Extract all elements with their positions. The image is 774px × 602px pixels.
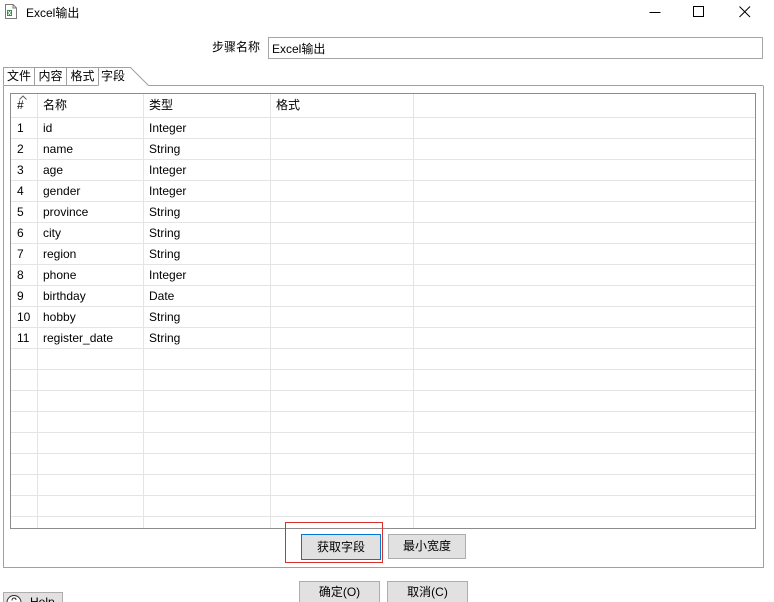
row-number-cell: 10 [17, 310, 31, 324]
field-format-cell[interactable] [276, 139, 411, 159]
row-number-cell: 3 [17, 163, 24, 177]
table-header: # 名称 类型 格式 [11, 94, 755, 118]
tab-file[interactable]: 文件 [4, 67, 34, 85]
minimize-button[interactable] [633, 0, 677, 29]
close-icon [739, 6, 751, 18]
table-body: 1 id Integer 2 name String 3 age Integer 4 gender I… [11, 118, 755, 528]
field-type-cell[interactable]: Date [149, 286, 267, 306]
field-name-cell[interactable]: register_date [43, 328, 141, 348]
row-number-cell: 5 [17, 205, 24, 219]
table-row[interactable]: 9 birthday Date [11, 286, 755, 307]
cancel-button[interactable]: 取消(C) [387, 581, 468, 602]
field-name-cell[interactable]: province [43, 202, 141, 222]
field-type-cell[interactable]: Integer [149, 160, 267, 180]
field-format-cell[interactable] [276, 181, 411, 201]
field-format-cell[interactable] [276, 328, 411, 348]
tab-fields[interactable]: 字段 [99, 67, 127, 85]
get-fields-button[interactable]: 获取字段 [301, 534, 381, 560]
table-row[interactable]: 4 gender Integer [11, 181, 755, 202]
field-type-cell[interactable]: String [149, 307, 267, 327]
field-format-cell[interactable] [276, 244, 411, 264]
table-row[interactable]: 8 phone Integer [11, 265, 755, 286]
window-title: Excel输出 [26, 6, 80, 20]
help-icon [6, 595, 22, 602]
field-type-cell[interactable]: String [149, 328, 267, 348]
field-name-cell[interactable]: hobby [43, 307, 141, 327]
field-type-cell[interactable]: Integer [149, 181, 267, 201]
excel-output-step-icon [5, 4, 17, 19]
field-format-cell[interactable] [276, 307, 411, 327]
field-format-cell[interactable] [276, 202, 411, 222]
field-name-cell[interactable]: region [43, 244, 141, 264]
fields-tab-panel: # 名称 类型 格式 1 id Integer 2 name String 3 age Inte… [3, 86, 764, 568]
row-number-cell: 9 [17, 289, 24, 303]
field-type-cell[interactable]: Integer [149, 265, 267, 285]
column-header-number[interactable]: # [17, 94, 37, 117]
row-number-cell: 8 [17, 268, 24, 282]
field-format-cell[interactable] [276, 118, 411, 138]
field-format-cell[interactable] [276, 286, 411, 306]
field-name-cell[interactable]: birthday [43, 286, 141, 306]
field-format-cell[interactable] [276, 223, 411, 243]
field-format-cell[interactable] [276, 160, 411, 180]
column-header-name[interactable]: 名称 [43, 94, 141, 117]
close-button[interactable] [723, 0, 767, 29]
row-number-cell: 4 [17, 184, 24, 198]
title-bar: Excel输出 [0, 0, 774, 30]
step-name-label: 步骤名称 [211, 40, 260, 54]
field-name-cell[interactable]: id [43, 118, 141, 138]
field-type-cell[interactable]: String [149, 202, 267, 222]
row-number-cell: 2 [17, 142, 24, 156]
field-name-cell[interactable]: age [43, 160, 141, 180]
field-format-cell[interactable] [276, 265, 411, 285]
table-row[interactable]: 3 age Integer [11, 160, 755, 181]
field-type-cell[interactable]: String [149, 139, 267, 159]
ok-button[interactable]: 确定(O) [299, 581, 380, 602]
help-button-label: Help [30, 595, 55, 602]
row-number-cell: 1 [17, 121, 24, 135]
maximize-button[interactable] [677, 0, 721, 29]
field-name-cell[interactable]: phone [43, 265, 141, 285]
table-row[interactable]: 1 id Integer [11, 118, 755, 139]
column-header-format[interactable]: 格式 [276, 94, 411, 117]
fields-table[interactable]: # 名称 类型 格式 1 id Integer 2 name String 3 age Inte… [10, 93, 756, 529]
tab-format[interactable]: 格式 [67, 67, 98, 85]
tab-content[interactable]: 内容 [35, 67, 66, 85]
step-name-input[interactable] [268, 37, 763, 59]
field-type-cell[interactable]: Integer [149, 118, 267, 138]
row-number-cell: 7 [17, 247, 24, 261]
field-name-cell[interactable]: gender [43, 181, 141, 201]
table-row[interactable]: 5 province String [11, 202, 755, 223]
table-row[interactable]: 2 name String [11, 139, 755, 160]
table-row[interactable]: 7 region String [11, 244, 755, 265]
field-type-cell[interactable]: String [149, 244, 267, 264]
column-header-type[interactable]: 类型 [149, 94, 267, 117]
table-row[interactable]: 6 city String [11, 223, 755, 244]
table-row[interactable]: 10 hobby String [11, 307, 755, 328]
row-number-cell: 11 [17, 331, 30, 345]
minimize-icon [649, 12, 661, 13]
field-name-cell[interactable]: city [43, 223, 141, 243]
table-row[interactable]: 11 register_date String [11, 328, 755, 349]
row-number-cell: 6 [17, 226, 24, 240]
minimal-width-button[interactable]: 最小宽度 [388, 534, 466, 559]
field-type-cell[interactable]: String [149, 223, 267, 243]
help-button[interactable]: Help [3, 592, 63, 602]
field-name-cell[interactable]: name [43, 139, 141, 159]
maximize-icon [693, 6, 704, 17]
